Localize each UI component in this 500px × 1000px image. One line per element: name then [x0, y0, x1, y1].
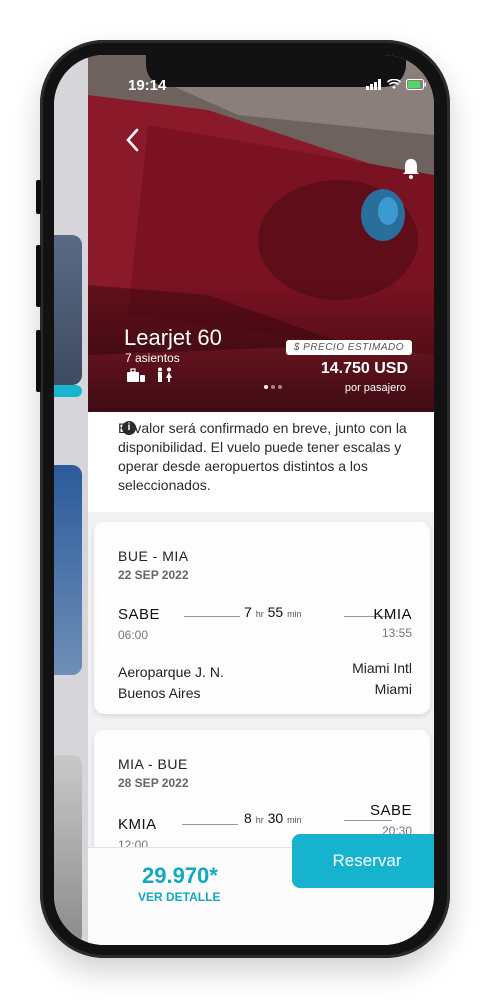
aircraft-name: Learjet 60 — [124, 325, 222, 350]
previous-card-peek — [54, 55, 88, 945]
origin-airport: Aeroparque J. N. Buenos Aires — [118, 662, 224, 704]
peek-card-image — [54, 235, 82, 385]
arrival-time: 13:55 — [381, 626, 412, 640]
bell-icon — [403, 159, 419, 179]
notice-text: El valor será confirmado en breve, junto… — [118, 420, 407, 493]
duration-minutes: 30 — [267, 810, 284, 826]
peek-card-image — [54, 755, 82, 945]
carousel-dot[interactable] — [278, 385, 282, 389]
status-time: 19:14 — [128, 77, 167, 94]
view-detail-link[interactable]: VER DETALLE — [138, 890, 220, 904]
origin-city: Buenos Aires — [118, 685, 201, 701]
flight-duration: 7 hr 55 min — [244, 604, 302, 620]
battery-icon — [406, 79, 426, 90]
leg-date: 28 SEP 2022 — [118, 776, 189, 790]
notification-button[interactable] — [398, 155, 424, 181]
duration-line — [182, 824, 238, 825]
price-unit: por pasajero — [344, 382, 406, 394]
restroom-icon — [158, 367, 172, 382]
carousel-dots[interactable] — [264, 385, 282, 389]
availability-notice: i El valor será confirmado en breve, jun… — [88, 412, 434, 512]
flight-leg-card[interactable]: BUE - MIA 22 SEP 2022 SABE 06:00 7 hr 55… — [94, 522, 430, 714]
aircraft-seats: 7 asientos — [125, 351, 180, 365]
destination-code: KMIA — [373, 606, 412, 623]
leg-date: 22 SEP 2022 — [118, 568, 189, 582]
duration-hours-unit: hr — [255, 609, 264, 619]
duration-hours: 7 — [244, 604, 252, 620]
destination-airport: Miami Intl Miami — [352, 658, 412, 700]
leg-route: MIA - BUE — [118, 756, 188, 772]
duration-hours-unit: hr — [255, 815, 264, 825]
departure-time: 06:00 — [118, 628, 149, 642]
luggage-icon — [127, 368, 145, 382]
estimated-price-tag: $ PRECIO ESTIMADO — [285, 340, 412, 355]
peek-card-image — [54, 385, 82, 397]
peek-card-image — [54, 465, 82, 675]
destination-city: Miami — [374, 681, 412, 697]
duration-minutes: 55 — [267, 604, 284, 620]
origin-code: SABE — [118, 606, 161, 623]
carousel-dot[interactable] — [264, 385, 268, 389]
silent-switch — [36, 180, 41, 214]
duration-minutes-unit: min — [287, 609, 302, 619]
reserve-button[interactable]: Reservar — [292, 834, 434, 888]
info-icon: i — [122, 421, 136, 435]
app-screen: 19:14 Learjet 60 7 asientos $ PRECIO EST… — [54, 55, 434, 945]
destination-code: SABE — [369, 802, 412, 819]
volume-down-button — [36, 330, 41, 392]
flight-duration: 8 hr 30 min — [244, 810, 302, 826]
wifi-icon — [387, 79, 401, 89]
chevron-left-icon — [126, 128, 139, 152]
duration-hours: 8 — [244, 810, 252, 826]
duration-line — [344, 820, 392, 821]
amenity-icons — [126, 367, 174, 383]
signal-icon — [366, 79, 381, 90]
status-icons — [366, 79, 426, 90]
destination-airport-name: Miami Intl — [352, 660, 412, 676]
booking-footer: 29.970* VER DETALLE Reservar — [88, 834, 434, 945]
volume-up-button — [36, 245, 41, 307]
origin-code: KMIA — [118, 816, 157, 833]
leg-route: BUE - MIA — [118, 548, 189, 564]
duration-minutes-unit: min — [287, 815, 302, 825]
duration-line — [184, 616, 240, 617]
origin-airport-name: Aeroparque J. N. — [118, 664, 224, 680]
back-button[interactable] — [118, 125, 148, 155]
total-price: 29.970* — [142, 863, 218, 888]
carousel-dot[interactable] — [271, 385, 275, 389]
price-per-passenger: 14.750 USD — [320, 360, 408, 377]
